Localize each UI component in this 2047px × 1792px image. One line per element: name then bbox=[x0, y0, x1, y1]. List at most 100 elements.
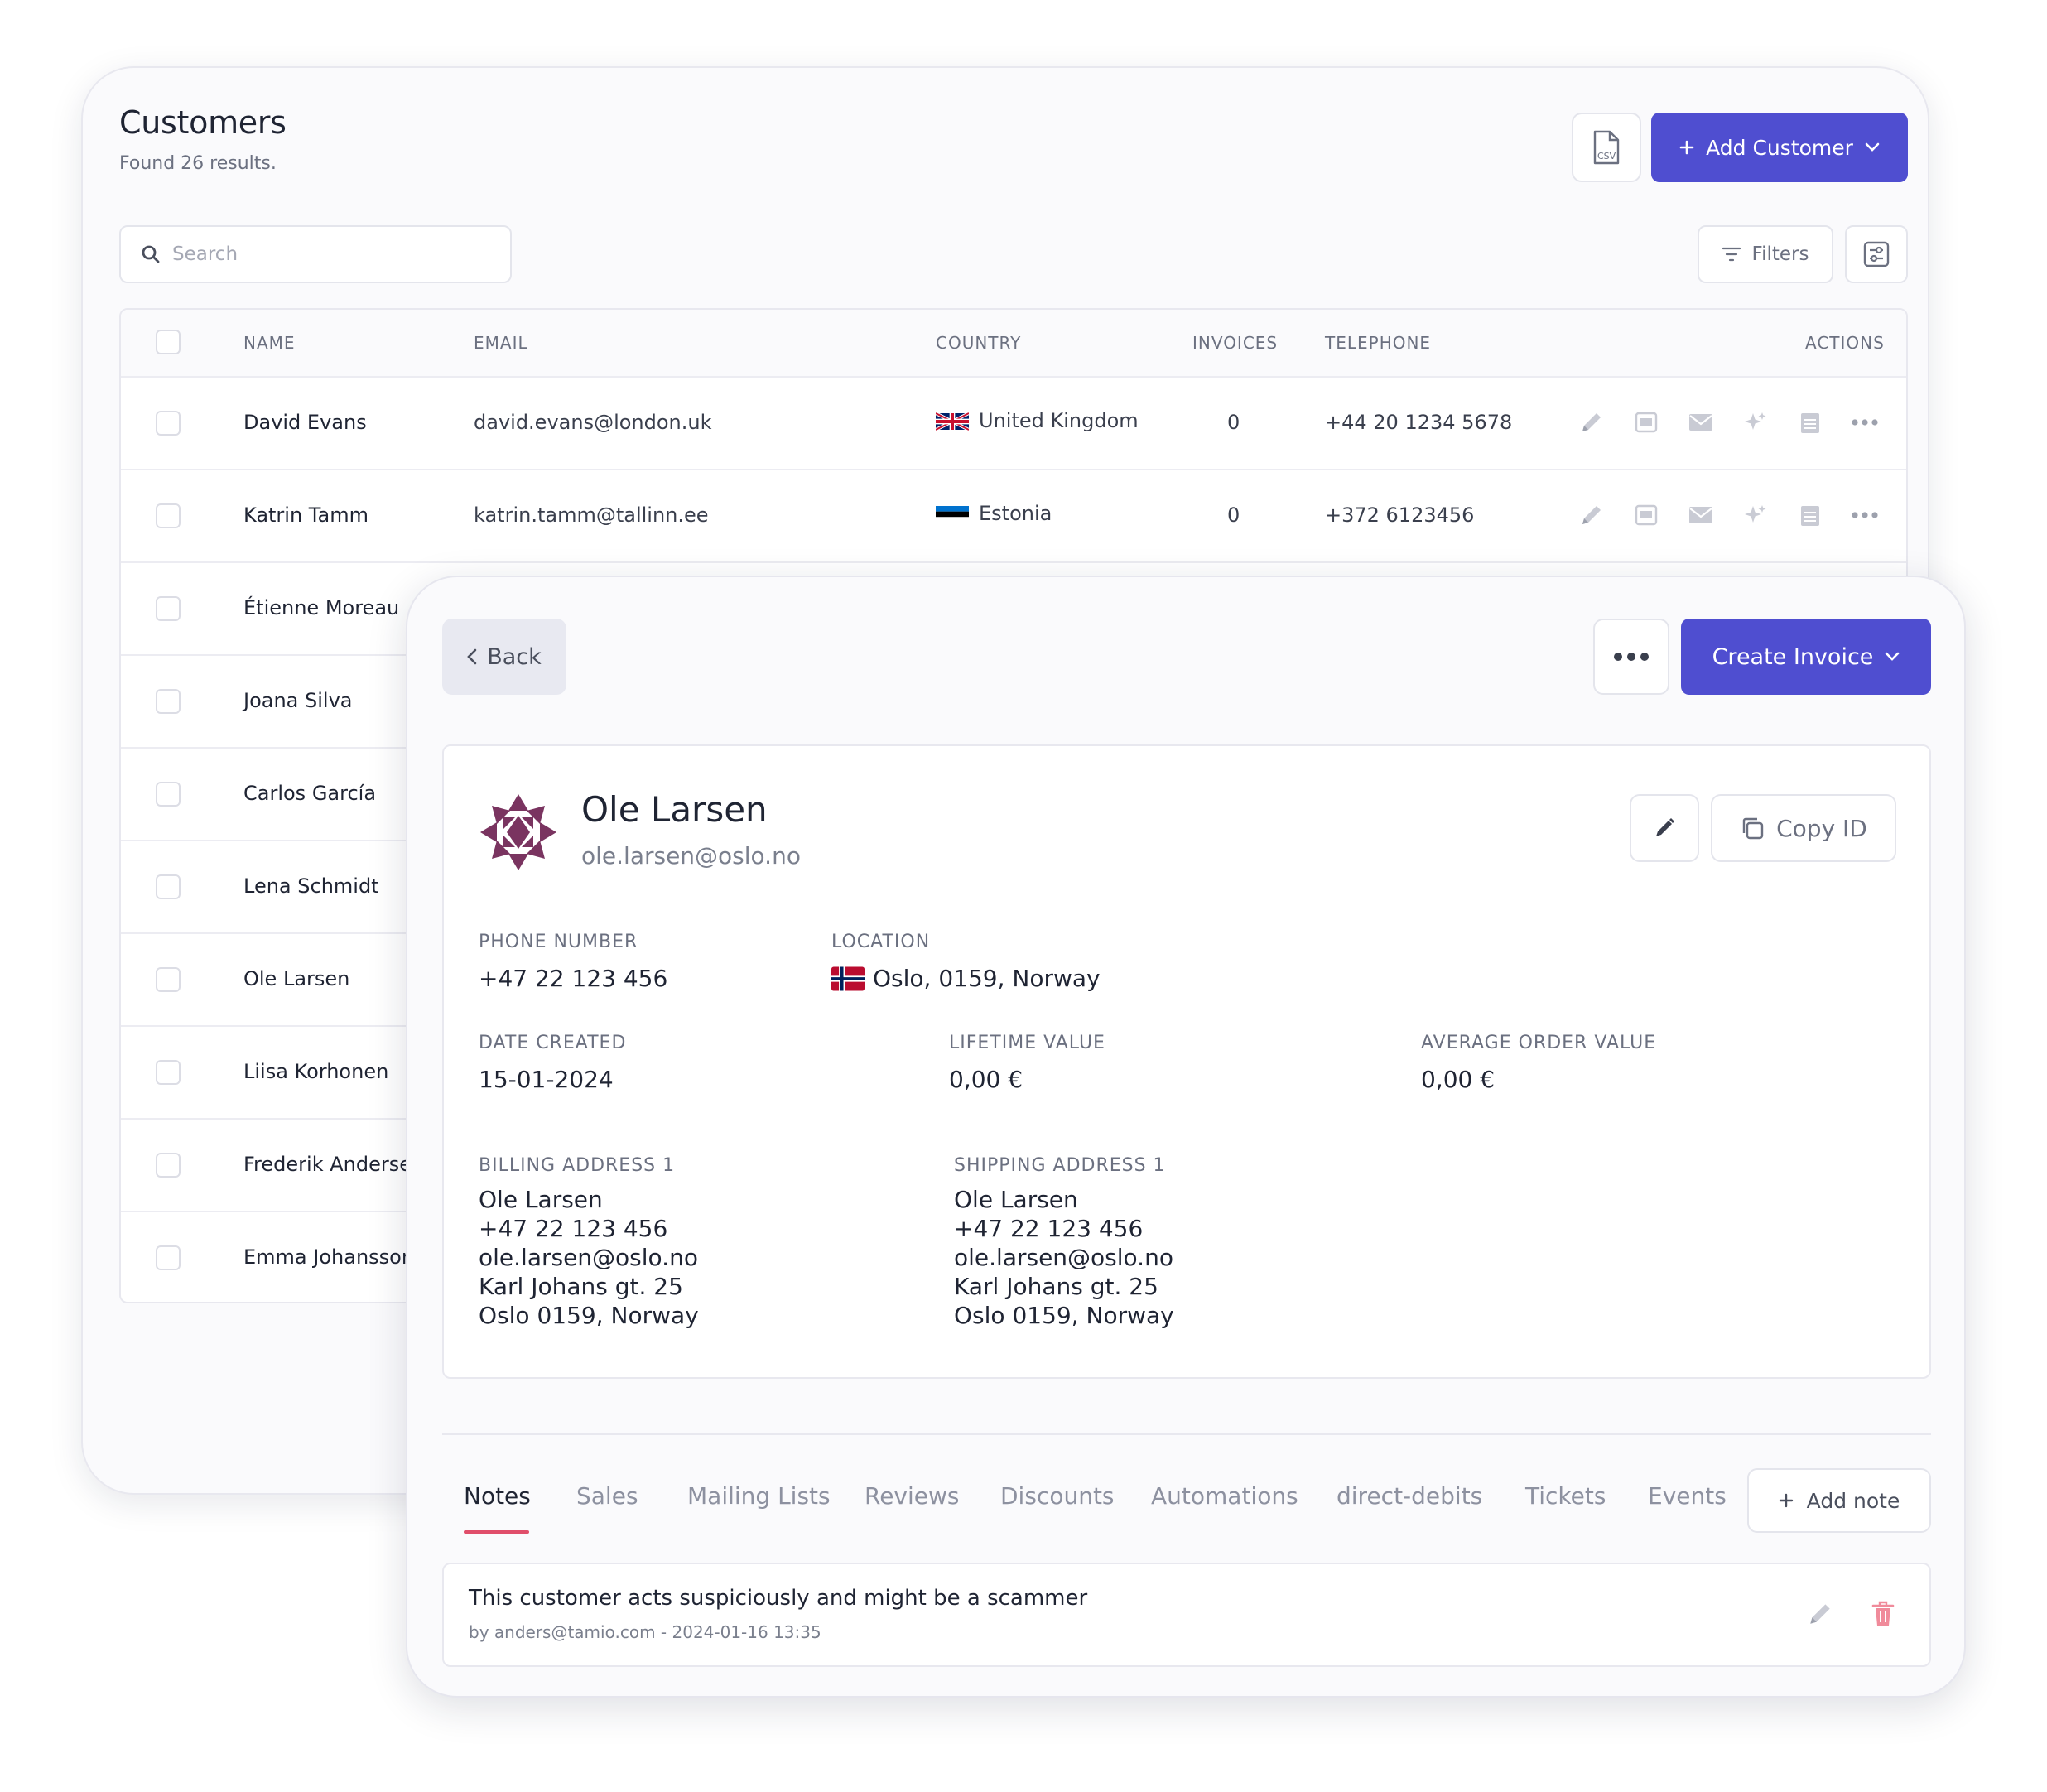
pencil-icon[interactable] bbox=[1577, 407, 1606, 437]
customer-name[interactable]: Lena Schmidt bbox=[243, 874, 379, 898]
customer-name[interactable]: David Evans bbox=[243, 411, 367, 434]
uk-flag-icon bbox=[936, 412, 969, 431]
pencil-icon[interactable] bbox=[1804, 1597, 1837, 1631]
table-row[interactable]: Katrin Tamm katrin.tamm@tallinn.ee Eston… bbox=[121, 470, 1906, 563]
column-header-country[interactable]: COUNTRY bbox=[936, 333, 1021, 353]
billing-address: Ole Larsen +47 22 123 456 ole.larsen@osl… bbox=[479, 1185, 699, 1330]
shipping-line: +47 22 123 456 bbox=[954, 1215, 1144, 1242]
billing-line: +47 22 123 456 bbox=[479, 1215, 668, 1242]
customer-name[interactable]: Ole Larsen bbox=[243, 967, 349, 990]
note-item: This customer acts suspiciously and migh… bbox=[442, 1563, 1931, 1667]
country-label: Estonia bbox=[979, 502, 1052, 525]
add-note-button[interactable]: Add note bbox=[1747, 1468, 1931, 1533]
customer-country: United Kingdom bbox=[936, 409, 1139, 432]
active-tab-indicator bbox=[464, 1530, 529, 1534]
column-header-name[interactable]: NAME bbox=[243, 333, 296, 353]
sparkle-icon[interactable] bbox=[1741, 500, 1770, 530]
pdf-icon[interactable] bbox=[1631, 407, 1661, 437]
customer-detail-panel: Back Create Invoice Ole Larsen ole.larse… bbox=[406, 576, 1966, 1698]
back-label: Back bbox=[487, 643, 542, 670]
page-title: Customers bbox=[119, 104, 287, 141]
customer-name[interactable]: Katrin Tamm bbox=[243, 503, 368, 527]
country-label: United Kingdom bbox=[979, 409, 1139, 432]
column-header-invoices[interactable]: INVOICES bbox=[1192, 333, 1278, 353]
row-actions bbox=[1577, 500, 1880, 530]
pencil-icon bbox=[1651, 815, 1678, 841]
more-dots-icon[interactable] bbox=[1850, 500, 1880, 530]
trash-icon[interactable] bbox=[1866, 1597, 1900, 1631]
create-invoice-button[interactable]: Create Invoice bbox=[1681, 619, 1931, 695]
tab-automations[interactable]: Automations bbox=[1151, 1482, 1298, 1510]
billing-line: Ole Larsen bbox=[479, 1186, 603, 1213]
lifetime-value: 0,00 € bbox=[949, 1066, 1023, 1093]
column-header-actions: ACTIONS bbox=[1805, 333, 1885, 353]
edit-customer-button[interactable] bbox=[1630, 794, 1699, 862]
row-checkbox[interactable] bbox=[156, 411, 181, 436]
row-actions bbox=[1577, 407, 1880, 437]
filters-button[interactable]: Filters bbox=[1698, 225, 1833, 283]
customer-name[interactable]: Liisa Korhonen bbox=[243, 1060, 388, 1083]
row-checkbox[interactable] bbox=[156, 596, 181, 621]
aov-value: 0,00 € bbox=[1421, 1066, 1496, 1093]
divider bbox=[442, 1433, 1931, 1435]
row-checkbox[interactable] bbox=[156, 1060, 181, 1085]
column-header-email[interactable]: EMAIL bbox=[474, 333, 528, 353]
sparkle-icon[interactable] bbox=[1741, 407, 1770, 437]
calendar-icon[interactable] bbox=[1795, 500, 1825, 530]
back-button[interactable]: Back bbox=[442, 619, 566, 695]
sliders-icon bbox=[1863, 241, 1890, 267]
add-note-label: Add note bbox=[1806, 1488, 1900, 1513]
column-header-telephone[interactable]: TELEPHONE bbox=[1325, 333, 1431, 353]
date-created-label: DATE CREATED bbox=[479, 1033, 627, 1053]
chevron-down-icon bbox=[1865, 142, 1880, 152]
tab-reviews[interactable]: Reviews bbox=[865, 1482, 960, 1510]
tab-sales[interactable]: Sales bbox=[576, 1482, 638, 1510]
calendar-icon[interactable] bbox=[1795, 407, 1825, 437]
row-checkbox[interactable] bbox=[156, 782, 181, 807]
csv-file-icon: CSV bbox=[1590, 130, 1623, 165]
customer-email: katrin.tamm@tallinn.ee bbox=[474, 503, 709, 527]
lifetime-value-label: LIFETIME VALUE bbox=[949, 1033, 1105, 1053]
row-checkbox[interactable] bbox=[156, 503, 181, 528]
add-customer-button[interactable]: Add Customer bbox=[1651, 113, 1908, 182]
plus-icon bbox=[1779, 1493, 1794, 1508]
tab-discounts[interactable]: Discounts bbox=[1000, 1482, 1115, 1510]
phone-value: +47 22 123 456 bbox=[479, 965, 668, 992]
row-checkbox[interactable] bbox=[156, 1245, 181, 1270]
search-box[interactable] bbox=[119, 225, 512, 283]
search-icon bbox=[141, 244, 161, 264]
location-value: Oslo, 0159, Norway bbox=[831, 965, 1101, 992]
pencil-icon[interactable] bbox=[1577, 500, 1606, 530]
customer-name[interactable]: Frederik Anderse bbox=[243, 1153, 412, 1176]
mail-icon[interactable] bbox=[1686, 407, 1716, 437]
customer-name[interactable]: Carlos García bbox=[243, 782, 376, 805]
note-text: This customer acts suspiciously and migh… bbox=[469, 1586, 1088, 1611]
more-dots-icon[interactable] bbox=[1850, 407, 1880, 437]
tab-events[interactable]: Events bbox=[1648, 1482, 1727, 1510]
row-checkbox[interactable] bbox=[156, 874, 181, 899]
tab-mailing-lists[interactable]: Mailing Lists bbox=[687, 1482, 831, 1510]
search-input[interactable] bbox=[172, 243, 487, 265]
norway-flag-icon bbox=[831, 966, 865, 991]
row-checkbox[interactable] bbox=[156, 967, 181, 992]
row-checkbox[interactable] bbox=[156, 689, 181, 714]
table-row[interactable]: David Evans david.evans@london.uk United… bbox=[121, 378, 1906, 470]
billing-line: Oslo 0159, Norway bbox=[479, 1302, 699, 1329]
mail-icon[interactable] bbox=[1686, 500, 1716, 530]
export-csv-button[interactable]: CSV bbox=[1572, 113, 1641, 182]
select-all-checkbox[interactable] bbox=[156, 330, 181, 354]
column-settings-button[interactable] bbox=[1845, 225, 1908, 283]
more-options-button[interactable] bbox=[1593, 619, 1669, 695]
pdf-icon[interactable] bbox=[1631, 500, 1661, 530]
tab-direct-debits[interactable]: direct-debits bbox=[1337, 1482, 1482, 1510]
customer-name-heading: Ole Larsen bbox=[581, 789, 768, 830]
customer-name[interactable]: Joana Silva bbox=[243, 689, 353, 712]
customer-name[interactable]: Emma Johanssor bbox=[243, 1245, 410, 1269]
customer-name[interactable]: Étienne Moreau bbox=[243, 596, 399, 619]
tab-notes[interactable]: Notes bbox=[464, 1482, 531, 1510]
shipping-address: Ole Larsen +47 22 123 456 ole.larsen@osl… bbox=[954, 1185, 1174, 1330]
row-checkbox[interactable] bbox=[156, 1153, 181, 1178]
copy-id-label: Copy ID bbox=[1776, 814, 1867, 842]
copy-id-button[interactable]: Copy ID bbox=[1711, 794, 1896, 862]
tab-tickets[interactable]: Tickets bbox=[1525, 1482, 1606, 1510]
